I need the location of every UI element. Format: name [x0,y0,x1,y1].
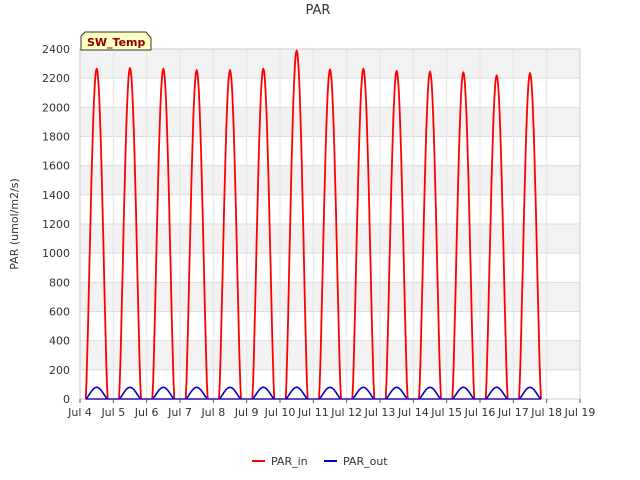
y-tick-label: 400 [49,335,70,348]
x-tick-label: Jul 8 [200,406,225,419]
x-tick-label: Jul 7 [167,406,192,419]
x-tick-label: Jul 17 [497,406,529,419]
y-tick-label: 800 [49,276,70,289]
chart-title: PAR [306,3,331,18]
plot-band [80,49,580,79]
plot-band [80,224,580,254]
x-tick-label: Jul 13 [364,406,396,419]
y-axis-title: PAR (umol/m2/s) [8,178,21,270]
y-tick-label: 1200 [42,218,70,231]
legend-label-par-in: PAR_in [271,455,308,468]
x-tick-label: Jul 9 [234,406,259,419]
plot-band [80,194,580,224]
x-tick-label: Jul 11 [297,406,329,419]
y-tick-label: 1000 [42,247,70,260]
x-tick-label: Jul 16 [464,406,496,419]
par-chart: 0 200 400 600 800 1000 1200 1400 1600 1800 2000 220… [8,3,595,468]
badge-label: SW_Temp [87,36,146,49]
y-axis: 0 200 400 600 800 1000 1200 1400 1600 1800 2000 220… [42,43,70,406]
plot-band [80,136,580,166]
y-tick-label: 2000 [42,101,70,114]
y-tick-label: 2200 [42,72,70,85]
x-tick-label: Jul 4 [67,406,92,419]
plot-band [80,165,580,195]
y-tick-label: 600 [49,306,70,319]
x-tick-label: Jul 6 [134,406,159,419]
x-tick-label: Jul 18 [530,406,562,419]
x-tick-label: Jul 14 [397,406,429,419]
x-tick-label: Jul 10 [264,406,296,419]
plot-band [80,78,580,108]
y-tick-label: 1400 [42,189,70,202]
x-tick-label: Jul 19 [564,406,596,419]
plot-band [80,107,580,137]
x-axis: Jul 4 Jul 5 Jul 6 Jul 7 Jul 8 Jul 9 Jul 10 Jul … [67,399,595,419]
y-tick-label: 1600 [42,160,70,173]
sw-temp-badge: SW_Temp [80,31,152,51]
x-tick-label: Jul 5 [100,406,125,419]
x-tick-label: Jul 12 [330,406,362,419]
legend: PAR_in PAR_out [252,455,388,468]
y-tick-label: 1800 [42,131,70,144]
y-tick-label: 2400 [42,43,70,56]
y-tick-label: 200 [49,364,70,377]
legend-label-par-out: PAR_out [343,455,388,468]
x-tick-label: Jul 15 [430,406,462,419]
y-tick-label: 0 [63,393,70,406]
